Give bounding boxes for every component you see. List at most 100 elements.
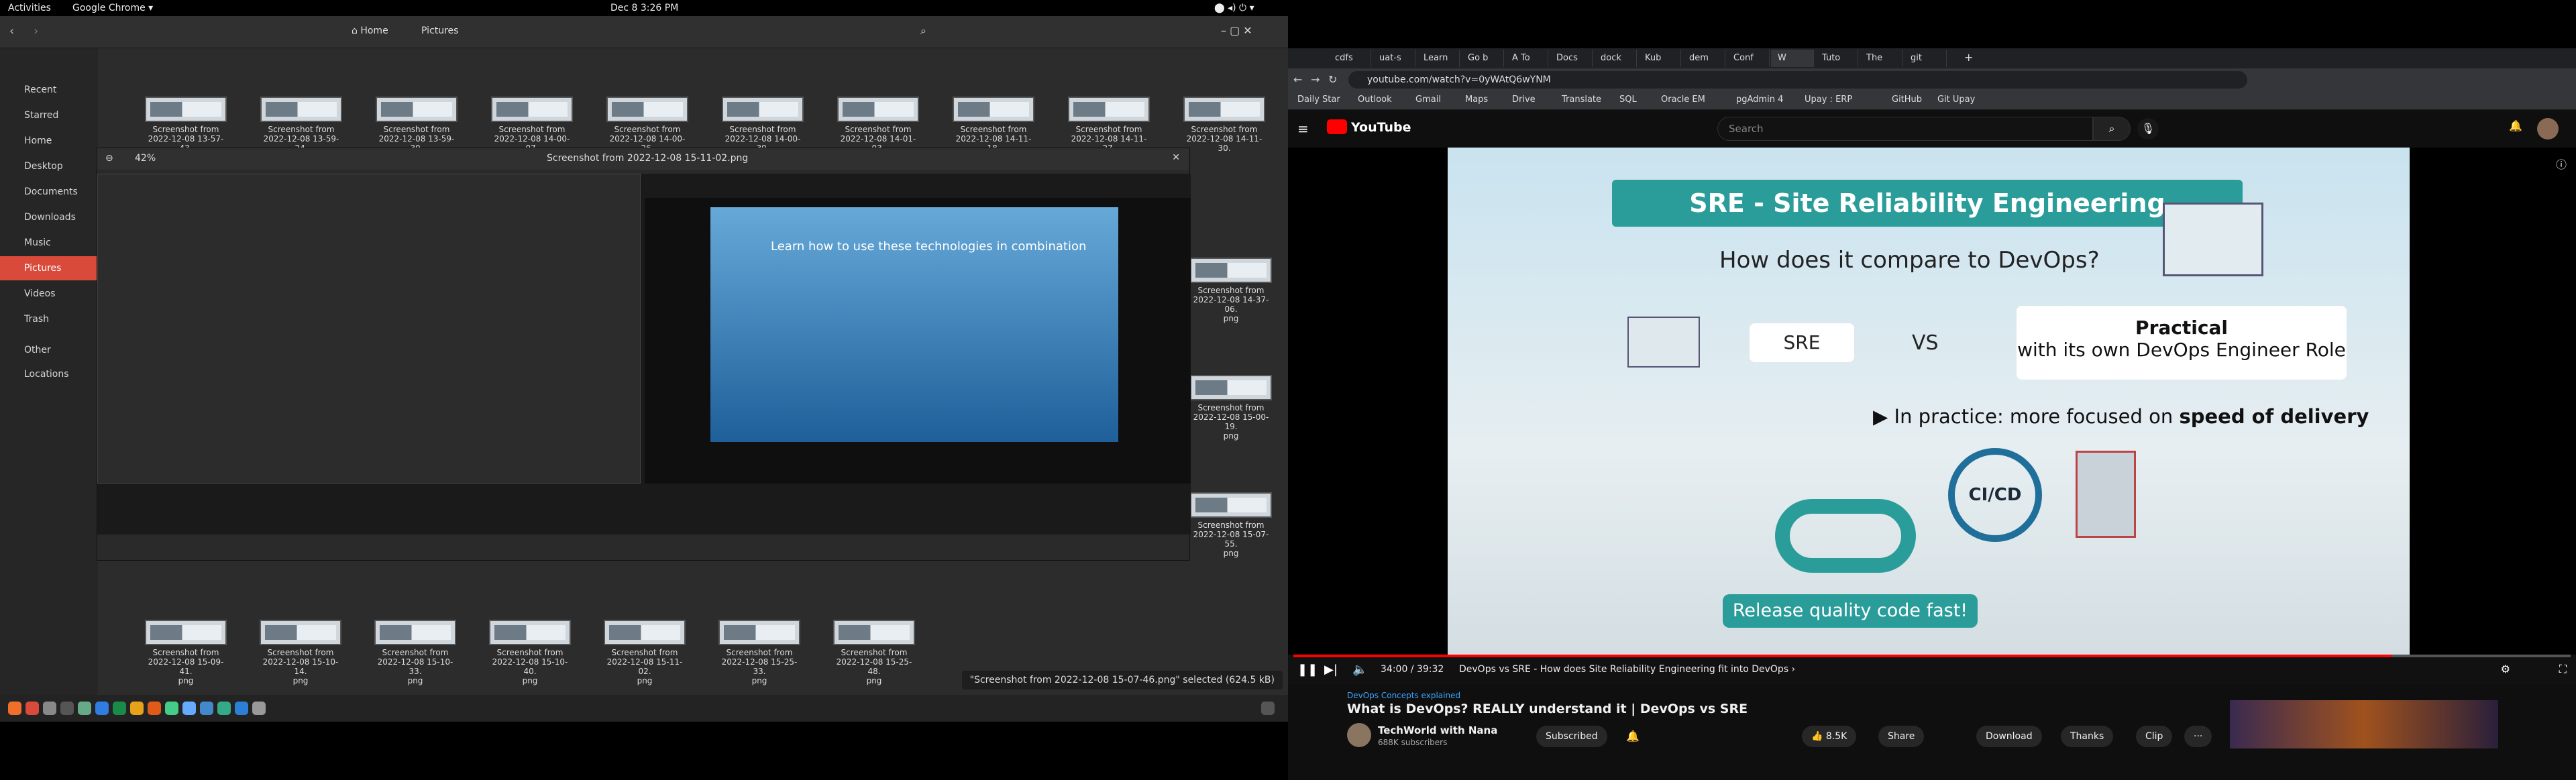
fullscreen-icon[interactable]: ⛶ bbox=[2559, 663, 2567, 676]
dock-app-icon[interactable] bbox=[113, 702, 126, 715]
sidebar-item-recent[interactable]: Recent bbox=[0, 78, 98, 102]
dock-app-icon[interactable] bbox=[200, 702, 213, 715]
file-thumbnail[interactable]: Screenshot from 2022-12-08 14-11-30. bbox=[1182, 97, 1267, 158]
activities-button[interactable]: Activities bbox=[8, 3, 51, 13]
like-button[interactable]: 👍 8.5K bbox=[1802, 726, 1857, 747]
youtube-logo-icon[interactable] bbox=[1327, 119, 1347, 134]
bookmark-item[interactable]: GitHub bbox=[1892, 95, 1922, 105]
file-thumbnail[interactable]: Screenshot from 2022-12-08 15-09-41. png bbox=[144, 620, 228, 685]
file-thumbnail[interactable]: Screenshot from 2022-12-08 15-11-02. png bbox=[602, 620, 687, 685]
browser-tab[interactable]: git bbox=[1904, 50, 1947, 67]
bookmark-item[interactable]: Git Upay bbox=[1937, 95, 1975, 105]
menu-icon[interactable]: ≡ bbox=[1297, 121, 1309, 137]
new-tab-button[interactable]: + bbox=[1964, 51, 1973, 64]
active-app-menu[interactable]: Google Chrome ▾ bbox=[72, 3, 153, 13]
chapter-title[interactable]: DevOps vs SRE - How does Site Reliabilit… bbox=[1459, 664, 1795, 675]
file-thumbnail[interactable]: Screenshot from 2022-12-08 15-07-55. png bbox=[1189, 492, 1273, 558]
youtube-logo-text[interactable]: YouTube bbox=[1351, 120, 1411, 135]
sidebar-item-pictures[interactable]: Pictures bbox=[0, 256, 98, 280]
sidebar-item-downloads[interactable]: Downloads bbox=[0, 205, 98, 229]
dock-app-icon[interactable] bbox=[217, 702, 231, 715]
sidebar-item-starred[interactable]: Starred bbox=[0, 103, 98, 127]
sidebar-item-desktop[interactable]: Desktop bbox=[0, 154, 98, 178]
channel-name[interactable]: TechWorld with Nana bbox=[1378, 724, 1497, 736]
dock-app-icon[interactable] bbox=[165, 702, 178, 715]
search-icon[interactable]: ⌕ bbox=[2093, 117, 2131, 141]
browser-tab[interactable]: Kub bbox=[1638, 50, 1681, 67]
bookmark-item[interactable]: Maps bbox=[1465, 95, 1488, 105]
show-apps-icon[interactable] bbox=[1261, 702, 1275, 715]
zoom-out-icon[interactable]: ⊖ bbox=[105, 153, 113, 164]
dock-app-icon[interactable] bbox=[182, 702, 196, 715]
bookmark-item[interactable]: Upay : ERP bbox=[1805, 95, 1852, 105]
file-thumbnail[interactable]: Screenshot from 2022-12-08 15-00-19. png bbox=[1189, 375, 1273, 441]
file-thumbnail[interactable]: Screenshot from 2022-12-08 15-10-40. png bbox=[488, 620, 572, 685]
browser-tab[interactable]: Docs bbox=[1550, 50, 1593, 67]
subscribed-button[interactable]: Subscribed bbox=[1536, 726, 1607, 747]
window-controls[interactable]: – ▢ ✕ bbox=[1221, 24, 1252, 37]
bookmark-item[interactable]: pgAdmin 4 bbox=[1736, 95, 1783, 105]
bookmark-item[interactable]: Translate bbox=[1562, 95, 1601, 105]
sidebar-item-home[interactable]: Home bbox=[0, 129, 98, 153]
bookmark-item[interactable]: Oracle EM bbox=[1661, 95, 1705, 105]
browser-tab[interactable]: Conf bbox=[1727, 50, 1770, 67]
avatar[interactable] bbox=[2537, 118, 2559, 140]
browser-tab[interactable]: dem bbox=[1682, 50, 1725, 67]
pause-icon[interactable]: ❚❚ bbox=[1297, 663, 1318, 677]
browser-tab[interactable]: uat-s bbox=[1373, 50, 1415, 67]
breadcrumb-home[interactable]: ⌂ Home bbox=[352, 25, 388, 36]
playlist-link[interactable]: DevOps Concepts explained bbox=[1347, 691, 1460, 700]
mic-icon[interactable]: 🎙 bbox=[2137, 118, 2159, 140]
dock-app-icon[interactable] bbox=[148, 702, 161, 715]
bookmark-item[interactable]: Daily Star bbox=[1297, 95, 1340, 105]
volume-icon[interactable]: 🔈 bbox=[1352, 663, 1367, 677]
dock-app-icon[interactable] bbox=[8, 702, 21, 715]
back-icon[interactable]: ‹ bbox=[9, 24, 14, 38]
video-player[interactable]: SRE - Site Reliability Engineering How d… bbox=[1288, 148, 2576, 684]
browser-tab[interactable]: dock bbox=[1594, 50, 1637, 67]
clock[interactable]: Dec 8 3:26 PM bbox=[610, 3, 678, 13]
dock-app-icon[interactable] bbox=[130, 702, 144, 715]
search-icon[interactable]: ⌕ bbox=[920, 24, 926, 38]
bell-icon[interactable]: 🔔 bbox=[1626, 730, 1640, 742]
browser-tab[interactable]: The bbox=[1860, 50, 1902, 67]
bookmark-item[interactable]: SQL bbox=[1619, 95, 1637, 105]
file-thumbnail[interactable]: Screenshot from 2022-12-08 15-10-14. png bbox=[258, 620, 343, 685]
browser-tab[interactable]: A To bbox=[1505, 50, 1548, 67]
thanks-button[interactable]: Thanks bbox=[2061, 726, 2114, 747]
progress-bar[interactable] bbox=[1293, 655, 2571, 657]
dock-app-icon[interactable] bbox=[78, 702, 91, 715]
file-thumbnail[interactable]: Screenshot from 2022-12-08 14-37-06. png bbox=[1189, 258, 1273, 323]
zoom-level[interactable]: 42% bbox=[135, 153, 156, 164]
bookmark-item[interactable]: Gmail bbox=[1415, 95, 1441, 105]
dock-app-icon[interactable] bbox=[95, 702, 109, 715]
browser-tab[interactable]: cdfs bbox=[1328, 50, 1371, 67]
viewer-close-icon[interactable]: ✕ bbox=[1172, 152, 1180, 163]
bookmark-item[interactable]: Drive bbox=[1512, 95, 1536, 105]
file-thumbnail[interactable]: Screenshot from 2022-12-08 15-10-33. png bbox=[373, 620, 458, 685]
back-icon[interactable]: ← bbox=[1293, 73, 1302, 86]
sidebar-item-trash[interactable]: Trash bbox=[0, 307, 98, 331]
system-tray-icons[interactable]: ⬤ ◂) ⏻ ▾ bbox=[1214, 3, 1254, 13]
next-icon[interactable]: ▶| bbox=[1324, 663, 1338, 677]
sidebar-item-other-locations[interactable]: Other Locations bbox=[0, 338, 98, 380]
file-thumbnail[interactable]: Screenshot from 2022-12-08 15-25-48. png bbox=[832, 620, 916, 685]
download-button[interactable]: Download bbox=[1976, 726, 2042, 747]
forward-icon[interactable]: › bbox=[34, 24, 38, 38]
bookmark-item[interactable]: Outlook bbox=[1358, 95, 1392, 105]
share-button[interactable]: Share bbox=[1878, 726, 1925, 747]
sidebar-item-documents[interactable]: Documents bbox=[0, 180, 98, 204]
file-thumbnail[interactable]: Screenshot from 2022-12-08 15-25-33. png bbox=[717, 620, 802, 685]
sidebar-item-videos[interactable]: Videos bbox=[0, 282, 98, 306]
forward-icon[interactable]: → bbox=[1311, 73, 1320, 86]
dock-app-icon[interactable] bbox=[252, 702, 266, 715]
clip-button[interactable]: Clip bbox=[2136, 726, 2173, 747]
channel-avatar[interactable] bbox=[1347, 723, 1371, 747]
notifications-icon[interactable]: 🔔 bbox=[2509, 119, 2522, 132]
url-input[interactable]: youtube.com/watch?v=0yWAtQ6wYNM bbox=[1348, 71, 2247, 89]
dock-app-icon[interactable] bbox=[25, 702, 39, 715]
sidebar-item-music[interactable]: Music bbox=[0, 231, 98, 255]
reload-icon[interactable]: ↻ bbox=[1328, 73, 1337, 86]
browser-tab[interactable]: W bbox=[1771, 50, 1814, 67]
browser-tab[interactable]: Tuto bbox=[1815, 50, 1858, 67]
